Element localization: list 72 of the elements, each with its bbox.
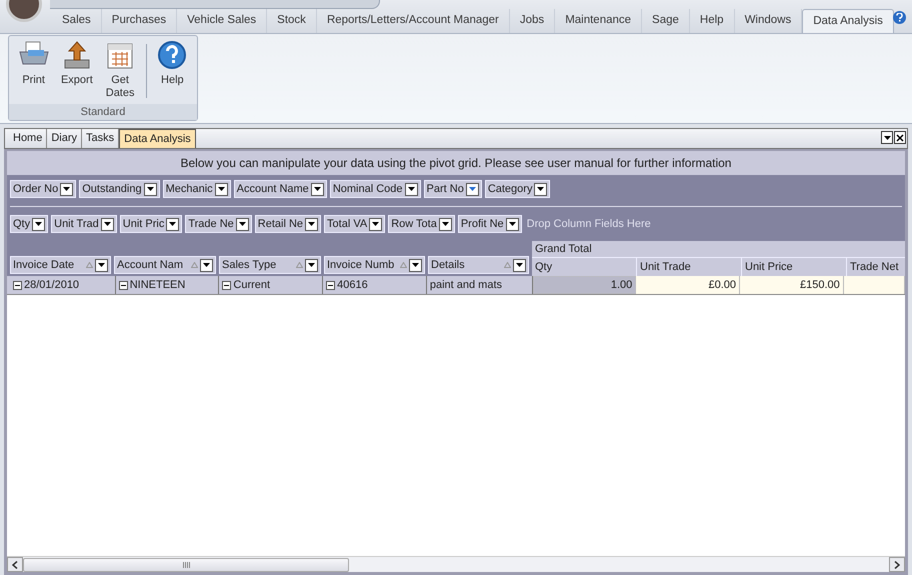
row-header: 40616: [323, 276, 427, 294]
menu-tab[interactable]: Data Analysis: [802, 9, 894, 33]
menu-tab[interactable]: Help: [690, 9, 735, 33]
table-cell[interactable]: £0.00: [636, 276, 740, 294]
menu-tab[interactable]: Sage: [642, 9, 690, 33]
menu-tab[interactable]: Maintenance: [555, 9, 642, 33]
field-button[interactable]: Mechanic: [162, 180, 231, 198]
table-cell[interactable]: [844, 276, 905, 294]
info-text: Below you can manipulate your data using the pivot grid. Please see user manual for further information: [180, 155, 732, 172]
sort-icon: [86, 262, 93, 268]
column-header[interactable]: Unit Trade: [637, 258, 742, 276]
scroll-left-icon[interactable]: [7, 557, 23, 572]
collapse-icon[interactable]: [222, 280, 232, 290]
field-button[interactable]: Unit Pric: [120, 215, 182, 233]
field-button[interactable]: Category: [484, 180, 550, 198]
export-button[interactable]: Export: [55, 40, 98, 87]
row-header: paint and mats: [426, 276, 533, 294]
row-header: 28/01/2010: [7, 276, 116, 294]
table-cell[interactable]: £150.00: [740, 276, 844, 294]
help-button[interactable]: Help: [150, 40, 194, 87]
sort-icon: [191, 262, 198, 268]
field-button[interactable]: Invoice Numb: [324, 256, 425, 274]
field-button[interactable]: Profit Ne: [458, 215, 522, 233]
field-button[interactable]: Nominal Code: [330, 180, 421, 198]
group-label: Standard: [9, 104, 197, 120]
menu-tab[interactable]: Stock: [267, 9, 317, 33]
scrollbar-thumb[interactable]: [23, 558, 349, 572]
menu-tab[interactable]: Reports/Letters/Account Manager: [316, 9, 510, 33]
column-header: Grand Total: [532, 241, 905, 258]
menu-tab[interactable]: Purchases: [102, 9, 178, 33]
field-button[interactable]: Trade Ne: [185, 215, 252, 233]
help-icon[interactable]: [893, 11, 906, 24]
field-button[interactable]: Retail Ne: [254, 215, 322, 233]
field-button[interactable]: Total VA: [324, 215, 386, 233]
field-button[interactable]: Account Nam: [114, 256, 216, 274]
horizontal-scrollbar[interactable]: [7, 556, 905, 572]
column-header[interactable]: Qty: [532, 258, 637, 276]
collapse-icon[interactable]: [326, 280, 336, 290]
column-header[interactable]: Trade Net: [847, 258, 905, 276]
tab-list-dropdown[interactable]: [881, 131, 893, 144]
field-button[interactable]: Outstanding: [79, 180, 160, 198]
row-header: Current: [219, 276, 324, 294]
sort-icon: [504, 262, 511, 268]
table-cell[interactable]: 1.00: [532, 276, 636, 294]
close-button[interactable]: [894, 131, 906, 144]
menu-tab[interactable]: Jobs: [510, 9, 556, 33]
dates-button[interactable]: Get Dates: [98, 40, 142, 100]
document-tab[interactable]: Home: [9, 129, 48, 148]
field-button[interactable]: Sales Type: [219, 256, 321, 274]
collapse-icon[interactable]: [118, 280, 128, 290]
collapse-icon[interactable]: [13, 280, 22, 290]
field-button[interactable]: Order No: [10, 180, 76, 198]
field-button[interactable]: Invoice Date: [10, 256, 111, 274]
sort-icon: [400, 262, 407, 268]
sort-icon: [296, 262, 303, 268]
scroll-right-icon[interactable]: [889, 557, 905, 572]
field-button[interactable]: Unit Trad: [51, 215, 117, 233]
field-button[interactable]: Part No: [424, 180, 482, 198]
menu-tab[interactable]: Vehicle Sales: [177, 9, 268, 33]
field-button[interactable]: Row Tota: [388, 215, 455, 233]
drop-zone-hint: Drop Column Fields Here: [526, 216, 651, 232]
help-icon: [157, 40, 188, 72]
field-button[interactable]: Details: [428, 256, 529, 274]
row-header: NINETEEN: [116, 276, 220, 294]
caret-icon: [884, 136, 890, 140]
document-tab[interactable]: Data Analysis: [119, 129, 196, 148]
field-button[interactable]: Qty: [10, 215, 48, 233]
print-button[interactable]: Print: [12, 40, 56, 87]
document-tab[interactable]: Diary: [47, 129, 82, 148]
field-button[interactable]: Account Name: [234, 180, 327, 198]
menu-tab[interactable]: Sales: [52, 9, 102, 33]
column-header[interactable]: Unit Price: [742, 258, 847, 276]
